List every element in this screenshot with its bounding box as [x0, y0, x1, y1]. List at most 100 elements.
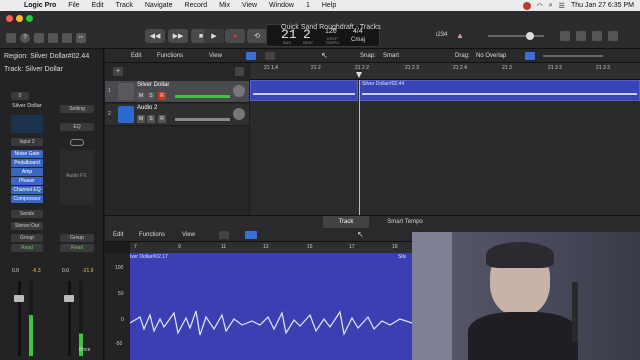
flex-icon[interactable]	[265, 52, 275, 60]
inspector-region[interactable]: Region: Silver Dollar#02.44	[4, 53, 89, 60]
scissors-icon[interactable]: ✂	[76, 33, 86, 43]
fader-cap-2[interactable]	[64, 295, 74, 302]
tracks-functions-menu[interactable]: Functions	[157, 53, 183, 59]
track-name-2[interactable]: Audio 2	[137, 105, 157, 111]
input-selector[interactable]: Input 2	[11, 138, 43, 146]
menu-edit[interactable]: Edit	[86, 2, 110, 9]
plugin-pedalboard[interactable]: Pedalboard	[11, 159, 43, 167]
window-minimize-icon[interactable]	[16, 15, 23, 22]
mute-button-1[interactable]: M	[137, 92, 145, 100]
zoom-slider[interactable]	[543, 55, 603, 57]
editor-view-menu[interactable]: View	[182, 232, 195, 238]
fader-cap-1[interactable]	[14, 295, 24, 302]
solo-button-1[interactable]: S	[147, 92, 155, 100]
track-header-1[interactable]: 1 Silver Dollar M S R	[105, 81, 249, 103]
tracks-view-menu[interactable]: View	[209, 53, 222, 59]
help-icon[interactable]: ?	[20, 33, 30, 43]
rewind-button[interactable]: ◀◀	[145, 29, 165, 43]
global-tracks-icon[interactable]	[235, 67, 244, 76]
menu-record[interactable]: Record	[179, 2, 214, 9]
bounce-button[interactable]: Bnce	[79, 347, 90, 353]
tracks-edit-menu[interactable]: Edit	[131, 53, 141, 59]
menu-view[interactable]: View	[236, 2, 263, 9]
editor-pointer-icon[interactable]: ↖	[357, 230, 364, 239]
smart-controls-icon[interactable]	[48, 33, 58, 43]
link-icon[interactable]	[70, 139, 84, 146]
group-selector-1[interactable]: Group	[11, 234, 43, 242]
list-editors-icon[interactable]	[560, 31, 570, 41]
menu-track[interactable]: Track	[110, 2, 139, 9]
catch-icon[interactable]	[245, 231, 257, 239]
notepad-icon[interactable]	[576, 31, 586, 41]
tuner-icon[interactable]: ▲	[456, 31, 466, 41]
status-record-icon[interactable]	[522, 1, 531, 10]
fader-track-2[interactable]	[68, 281, 71, 356]
track-pan-knob-2[interactable]	[233, 108, 245, 120]
menu-file[interactable]: File	[62, 2, 85, 9]
editor-ruler[interactable]: 7 9 11 13 15 17 19	[130, 242, 412, 253]
audio-region-1[interactable]: Silver Dollar#02.44	[359, 80, 640, 101]
automation-read-1[interactable]: Read	[11, 244, 43, 252]
audio-editor[interactable]: lver Dollar#02.17 Silv	[130, 253, 412, 360]
wifi-icon[interactable]: ◠	[537, 2, 543, 10]
setting-button[interactable]: Setting	[60, 105, 94, 113]
cpu-meter[interactable]: ι234	[436, 32, 447, 38]
record-enable-button-1[interactable]: R	[158, 92, 166, 100]
mixer-icon[interactable]	[62, 33, 72, 43]
record-enable-button-2[interactable]: R	[158, 115, 166, 123]
search-icon[interactable]: ⌕	[549, 2, 553, 10]
pointer-tool-icon[interactable]: ↖	[321, 51, 328, 60]
menu-mix[interactable]: Mix	[213, 2, 236, 9]
cycle-button[interactable]: ⟲	[247, 29, 267, 43]
playhead-marker[interactable]	[356, 72, 362, 78]
control-center-icon[interactable]: ☰	[559, 2, 565, 10]
bar-ruler[interactable]: 21 1.4 21 2 21 2 2 21 2 3 21 2 4 21 3 21…	[250, 63, 640, 80]
automation-read-2[interactable]: Read	[60, 244, 94, 252]
eq-button[interactable]: EQ	[60, 123, 94, 131]
pan-value[interactable]: 0	[11, 92, 29, 100]
master-volume-knob[interactable]	[526, 32, 534, 40]
list-view-icon[interactable]	[246, 52, 256, 60]
forward-button[interactable]: ▶▶	[168, 29, 188, 43]
editor-edit-menu[interactable]: Edit	[113, 232, 123, 238]
menu-help[interactable]: Help	[316, 2, 342, 9]
master-volume-slider[interactable]	[488, 35, 544, 37]
menu-1[interactable]: 1	[300, 2, 316, 9]
browser-icon[interactable]	[608, 31, 618, 41]
output-selector[interactable]: Stereo Out	[11, 222, 43, 230]
mute-button-2[interactable]: M	[137, 115, 145, 123]
track-header-2[interactable]: 2 Audio 2 M S R	[105, 104, 249, 126]
menu-navigate[interactable]: Navigate	[139, 2, 179, 9]
track-volume-slider-2[interactable]	[175, 118, 230, 121]
inspector-track[interactable]: Track: Silver Dollar	[4, 66, 63, 73]
audio-region-left[interactable]	[250, 80, 358, 101]
sends-slot[interactable]: Sends	[11, 210, 43, 218]
track-pan-knob-1[interactable]	[233, 85, 245, 97]
arrange-area[interactable]: Silver Dollar#02.44	[250, 80, 640, 215]
plugin-amp[interactable]: Amp	[11, 168, 43, 176]
plugin-phaser[interactable]: Phaser	[11, 177, 43, 185]
plugin-compressor[interactable]: Compressor	[11, 195, 43, 203]
track-name-1[interactable]: Silver Dollar	[137, 82, 169, 88]
loop-browser-icon[interactable]	[592, 31, 602, 41]
fader-track-1[interactable]	[18, 281, 21, 356]
library-icon[interactable]	[6, 33, 16, 43]
track-volume-slider-1[interactable]	[175, 95, 230, 98]
window-close-icon[interactable]	[6, 15, 13, 22]
plugin-noise-gate[interactable]: Noise Gate	[11, 150, 43, 158]
editor-functions-menu[interactable]: Functions	[139, 232, 165, 238]
menu-app[interactable]: Logic Pro	[18, 2, 62, 9]
group-selector-2[interactable]: Group	[60, 234, 94, 242]
snap-value[interactable]: Smart	[383, 53, 399, 59]
menubar-clock[interactable]: Thu Jan 27 6:35 PM	[571, 2, 634, 9]
add-track-button[interactable]: +	[113, 67, 123, 76]
play-button[interactable]: ▶	[204, 29, 224, 43]
plugin-channel-eq[interactable]: Channel EQ	[11, 186, 43, 194]
solo-button-2[interactable]: S	[147, 115, 155, 123]
record-button[interactable]: ●	[225, 29, 245, 43]
flex-tool-icon[interactable]	[219, 231, 229, 239]
waveform-zoom-icon[interactable]	[525, 52, 535, 60]
toolbar-icon[interactable]	[34, 33, 44, 43]
eq-curve-display[interactable]	[11, 115, 43, 133]
menu-window[interactable]: Window	[263, 2, 300, 9]
